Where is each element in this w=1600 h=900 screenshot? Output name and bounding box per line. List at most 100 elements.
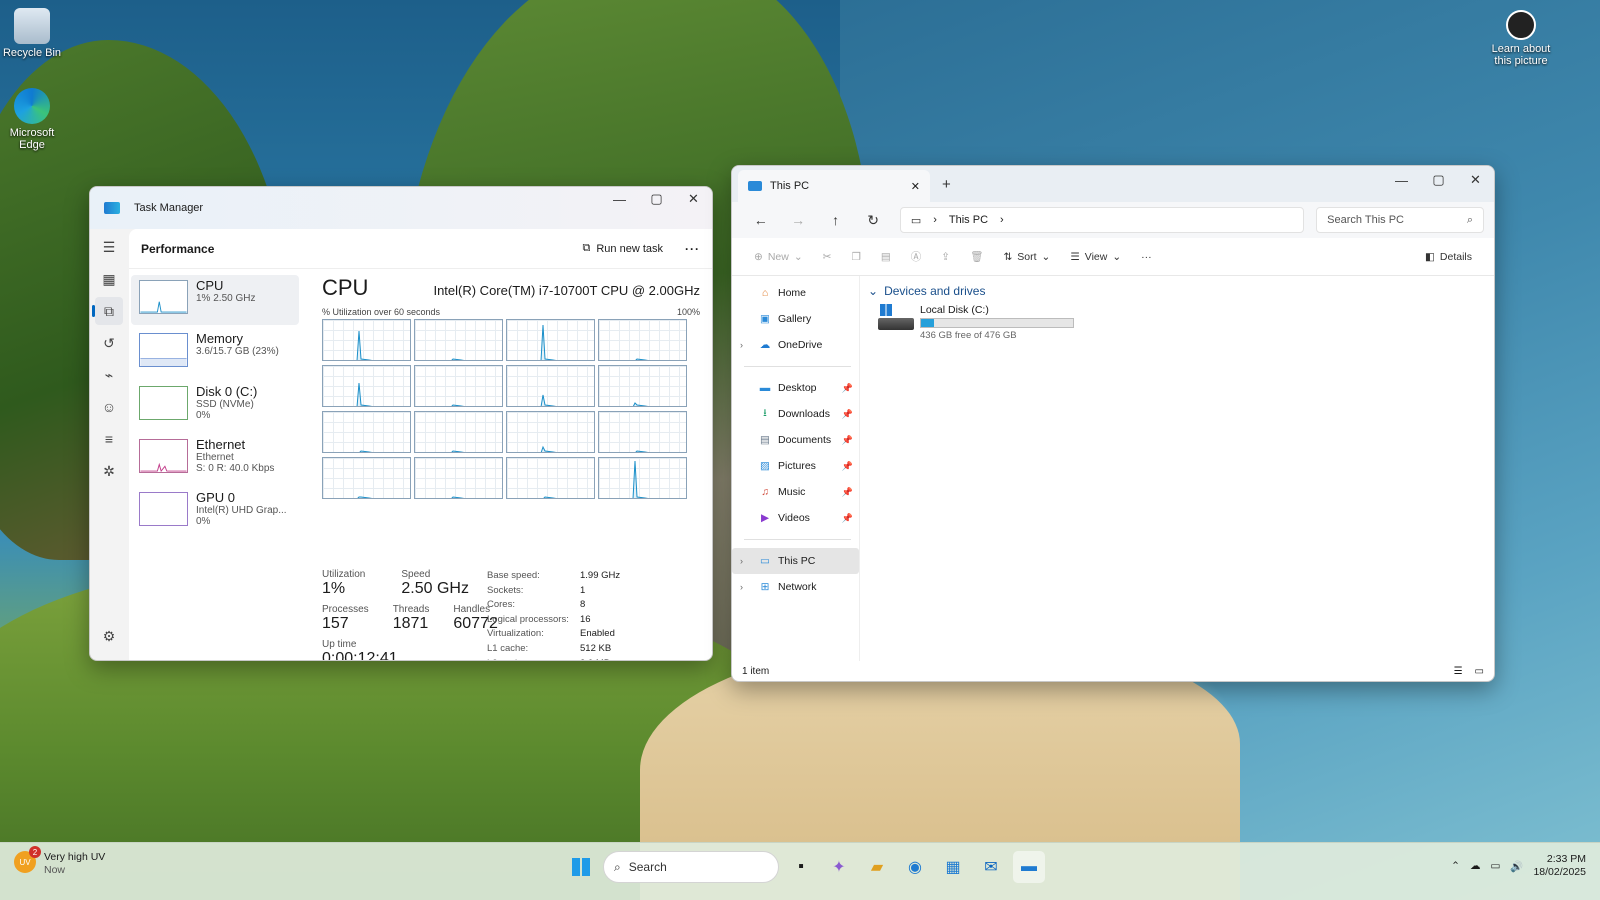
spec-label: L2 cache: [487,657,580,660]
task-manager-icon[interactable]: ▬ [1013,851,1045,883]
home-icon: ⌂ [761,287,769,299]
desktop-icon-edge[interactable]: Microsoft Edge [0,88,64,151]
share-button[interactable]: ⇪ [931,251,960,263]
nav-network[interactable]: › ⊞ Network [732,574,859,600]
nav-downloads[interactable]: ⭳ Downloads 📌 [732,401,859,427]
core-graph [322,411,411,453]
spec-value: 512 KB [580,642,612,654]
chevron-right-icon[interactable]: › [740,556,743,566]
details-icon[interactable]: ≡ [95,425,123,453]
nav-music[interactable]: ♫ Music 📌 [732,479,859,505]
resource-disk[interactable]: Disk 0 (C:) SSD (NVMe) 0% [131,381,299,431]
delete-button[interactable]: 🗑 [960,250,993,263]
graph-label: % Utilization over 60 seconds [322,307,441,317]
app-history-icon[interactable]: ↺ [95,329,123,357]
drive-item[interactable]: Local Disk (C:) 436 GB free of 476 GB [878,304,1494,341]
details-view-icon[interactable]: ☰ [1454,666,1463,677]
store-icon[interactable]: ▦ [937,851,969,883]
network-icon[interactable]: ▭ [1490,860,1500,872]
taskbar-search[interactable]: ⌕ Search [603,851,779,883]
nav-documents[interactable]: ▤ Documents 📌 [732,427,859,453]
detail-heading: CPU [322,275,369,300]
chevron-right-icon[interactable]: › [740,582,743,592]
command-bar: ⊕ New ⌄ ✂ ❐ ▤ Ⓐ ⇪ 🗑 ⇅ Sort ⌄ ☰ View ⌄ ··· ◧ Det… [732,238,1494,276]
tiles-view-icon[interactable]: ▭ [1475,666,1484,677]
performance-icon[interactable]: ⧉ [92,297,123,325]
nav-desktop[interactable]: ▬ Desktop 📌 [732,375,859,401]
minimize-button[interactable]: — [1383,168,1420,192]
clock[interactable]: 2:33 PM 18/02/2025 [1533,853,1586,879]
core-graph [414,457,503,499]
nav-pictures[interactable]: ▨ Pictures 📌 [732,453,859,479]
search-input[interactable]: Search This PC ⌕ [1316,207,1485,233]
new-button[interactable]: ⊕ New ⌄ [744,251,813,263]
resource-gpu[interactable]: GPU 0 Intel(R) UHD Grap... 0% [131,487,299,537]
search-label: Search [628,860,667,874]
rename-button[interactable]: Ⓐ [901,249,932,264]
resource-ethernet[interactable]: Ethernet Ethernet S: 0 R: 40.0 Kbps [131,434,299,484]
volume-icon[interactable]: 🔊 [1510,860,1523,873]
sort-button[interactable]: ⇅ Sort ⌄ [993,251,1060,263]
chevron-up-icon[interactable]: ⌃ [1451,860,1460,872]
back-icon[interactable]: ← [742,212,779,228]
startup-apps-icon[interactable]: ⌁ [95,361,123,389]
refresh-icon[interactable]: ↻ [854,212,891,229]
more-options-button[interactable]: ··· [1131,251,1162,263]
group-header[interactable]: ⌄ Devices and drives [868,284,1494,298]
spec-row: L1 cache: 512 KB [487,642,620,657]
breadcrumb[interactable]: This PC [949,214,988,226]
onedrive-icon[interactable]: ☁ [1470,860,1481,872]
close-tab-icon[interactable]: ✕ [911,180,920,193]
monitor-icon: ▭ [760,555,770,567]
resource-memory[interactable]: Memory 3.6/15.7 GB (23%) [131,328,299,378]
close-button[interactable]: ✕ [675,187,712,211]
task-view-icon[interactable]: ▪ [785,851,817,883]
maximize-button[interactable]: ▢ [638,187,675,211]
learn-about-picture[interactable]: Learn about this picture [1488,10,1554,67]
cpu-detail: CPU Intel(R) Core(TM) i7-10700T CPU @ 2.… [322,275,700,499]
cut-button[interactable]: ✂ [813,251,842,263]
copilot-icon[interactable]: ✦ [823,851,855,883]
users-icon[interactable]: ☺ [95,393,123,421]
minimize-button[interactable]: — [601,187,638,211]
core-graph [506,365,595,407]
file-explorer-icon[interactable]: ▰ [861,851,893,883]
chevron-right-icon[interactable]: › [740,340,743,350]
desktop-icon-recycle-bin[interactable]: Recycle Bin [0,8,64,59]
nav-home[interactable]: ⌂ Home [732,280,859,306]
address-bar[interactable]: ▭ › This PC › [899,207,1305,233]
nav-onedrive[interactable]: › ☁ OneDrive [732,332,859,358]
start-button[interactable] [565,851,597,883]
paste-button[interactable]: ▤ [871,251,901,263]
hamburger-icon[interactable]: ☰ [95,233,123,261]
edge-icon[interactable]: ◉ [899,851,931,883]
chevron-right-icon[interactable]: › [1000,214,1004,226]
copy-button[interactable]: ❐ [841,251,870,263]
processes-icon[interactable]: ▦ [95,265,123,293]
more-options-icon[interactable]: ··· [685,242,700,256]
nav-gallery[interactable]: ▣ Gallery [732,306,859,332]
details-button[interactable]: ◧ Details [1415,251,1482,263]
new-tab-icon[interactable]: + [942,176,951,193]
resource-cpu[interactable]: CPU 1% 2.50 GHz [131,275,299,325]
view-button[interactable]: ☰ View ⌄ [1060,251,1131,263]
tab-this-pc[interactable]: This PC ✕ [738,170,930,202]
desktop: Recycle Bin Microsoft Edge Learn about t… [0,0,1600,900]
services-icon[interactable]: ✲ [95,457,123,485]
tab-bar[interactable]: This PC ✕ + — ▢ ✕ [732,166,1494,202]
weather-widget[interactable]: UV 2 Very high UV Now [14,846,105,877]
details-label: Details [1439,250,1472,263]
drive-icon [878,304,914,334]
title-bar[interactable]: Task Manager — ▢ ✕ [90,187,712,229]
nav-videos[interactable]: ▶ Videos 📌 [732,505,859,531]
forward-icon[interactable]: → [779,212,816,228]
sort-icon: ⇅ [1003,250,1013,263]
spec-value: Enabled [580,628,615,640]
run-new-task-button[interactable]: ⧉ Run new task [582,242,663,255]
nav-this-pc[interactable]: › ▭ This PC [732,548,859,574]
outlook-icon[interactable]: ✉ [975,851,1007,883]
close-button[interactable]: ✕ [1457,168,1494,192]
maximize-button[interactable]: ▢ [1420,168,1457,192]
settings-gear-icon[interactable]: ⚙ [95,622,123,650]
up-icon[interactable]: ↑ [817,212,854,228]
